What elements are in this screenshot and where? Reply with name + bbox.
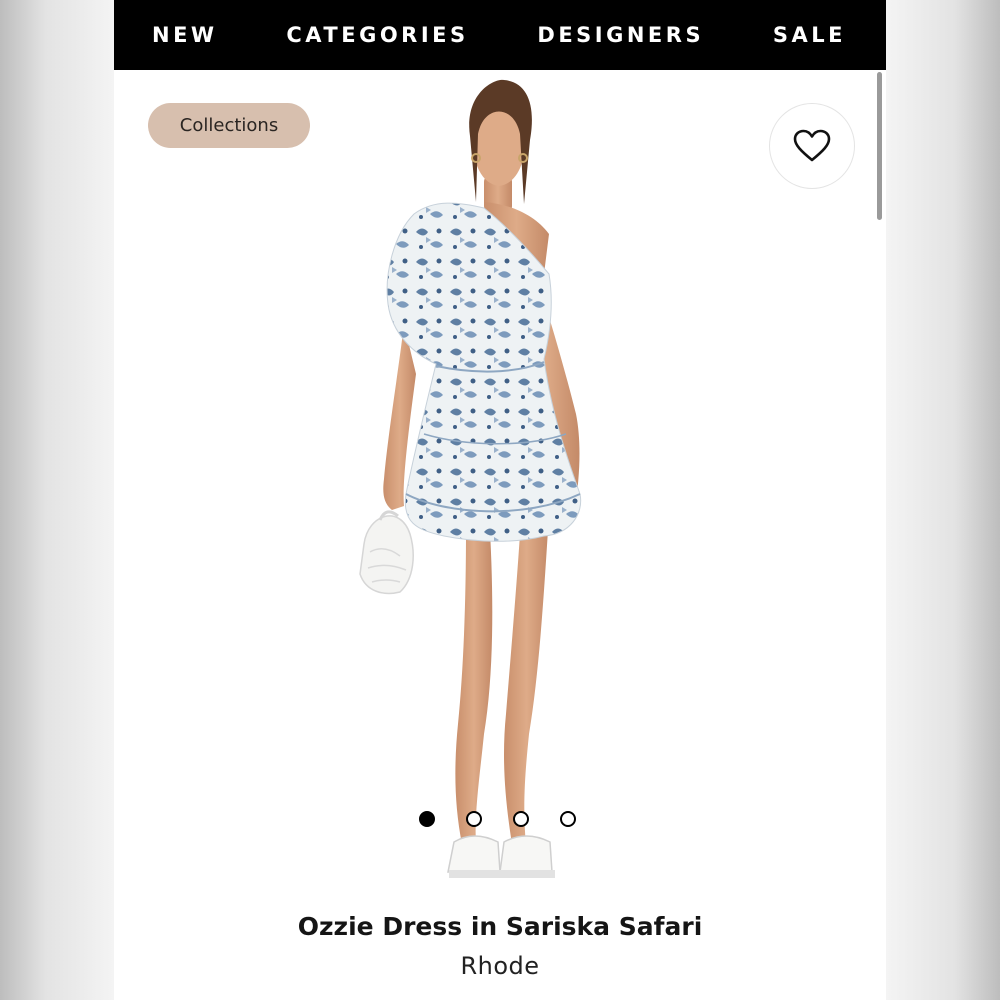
backdrop-right <box>886 0 1000 1000</box>
product-image[interactable] <box>344 74 654 904</box>
carousel-indicators <box>419 811 576 827</box>
product-brand[interactable]: Rhode <box>114 952 886 980</box>
app-screen: NEW CATEGORIES DESIGNERS SALE Collection… <box>114 0 886 1000</box>
carousel-dot-1[interactable] <box>419 811 435 827</box>
nav-item-sale[interactable]: SALE <box>773 23 846 47</box>
nav-item-designers[interactable]: DESIGNERS <box>537 23 704 47</box>
carousel-dot-3[interactable] <box>513 811 529 827</box>
product-title[interactable]: Ozzie Dress in Sariska Safari <box>114 912 886 941</box>
top-navigation: NEW CATEGORIES DESIGNERS SALE <box>114 0 886 70</box>
favorite-button[interactable] <box>769 103 855 189</box>
carousel-dot-2[interactable] <box>466 811 482 827</box>
nav-item-categories[interactable]: CATEGORIES <box>286 23 468 47</box>
scrollbar[interactable] <box>877 72 882 220</box>
heart-outline-icon <box>793 129 831 162</box>
backdrop-left <box>0 0 114 1000</box>
collections-chip[interactable]: Collections <box>148 103 310 148</box>
nav-item-new[interactable]: NEW <box>152 23 218 47</box>
carousel-dot-4[interactable] <box>560 811 576 827</box>
